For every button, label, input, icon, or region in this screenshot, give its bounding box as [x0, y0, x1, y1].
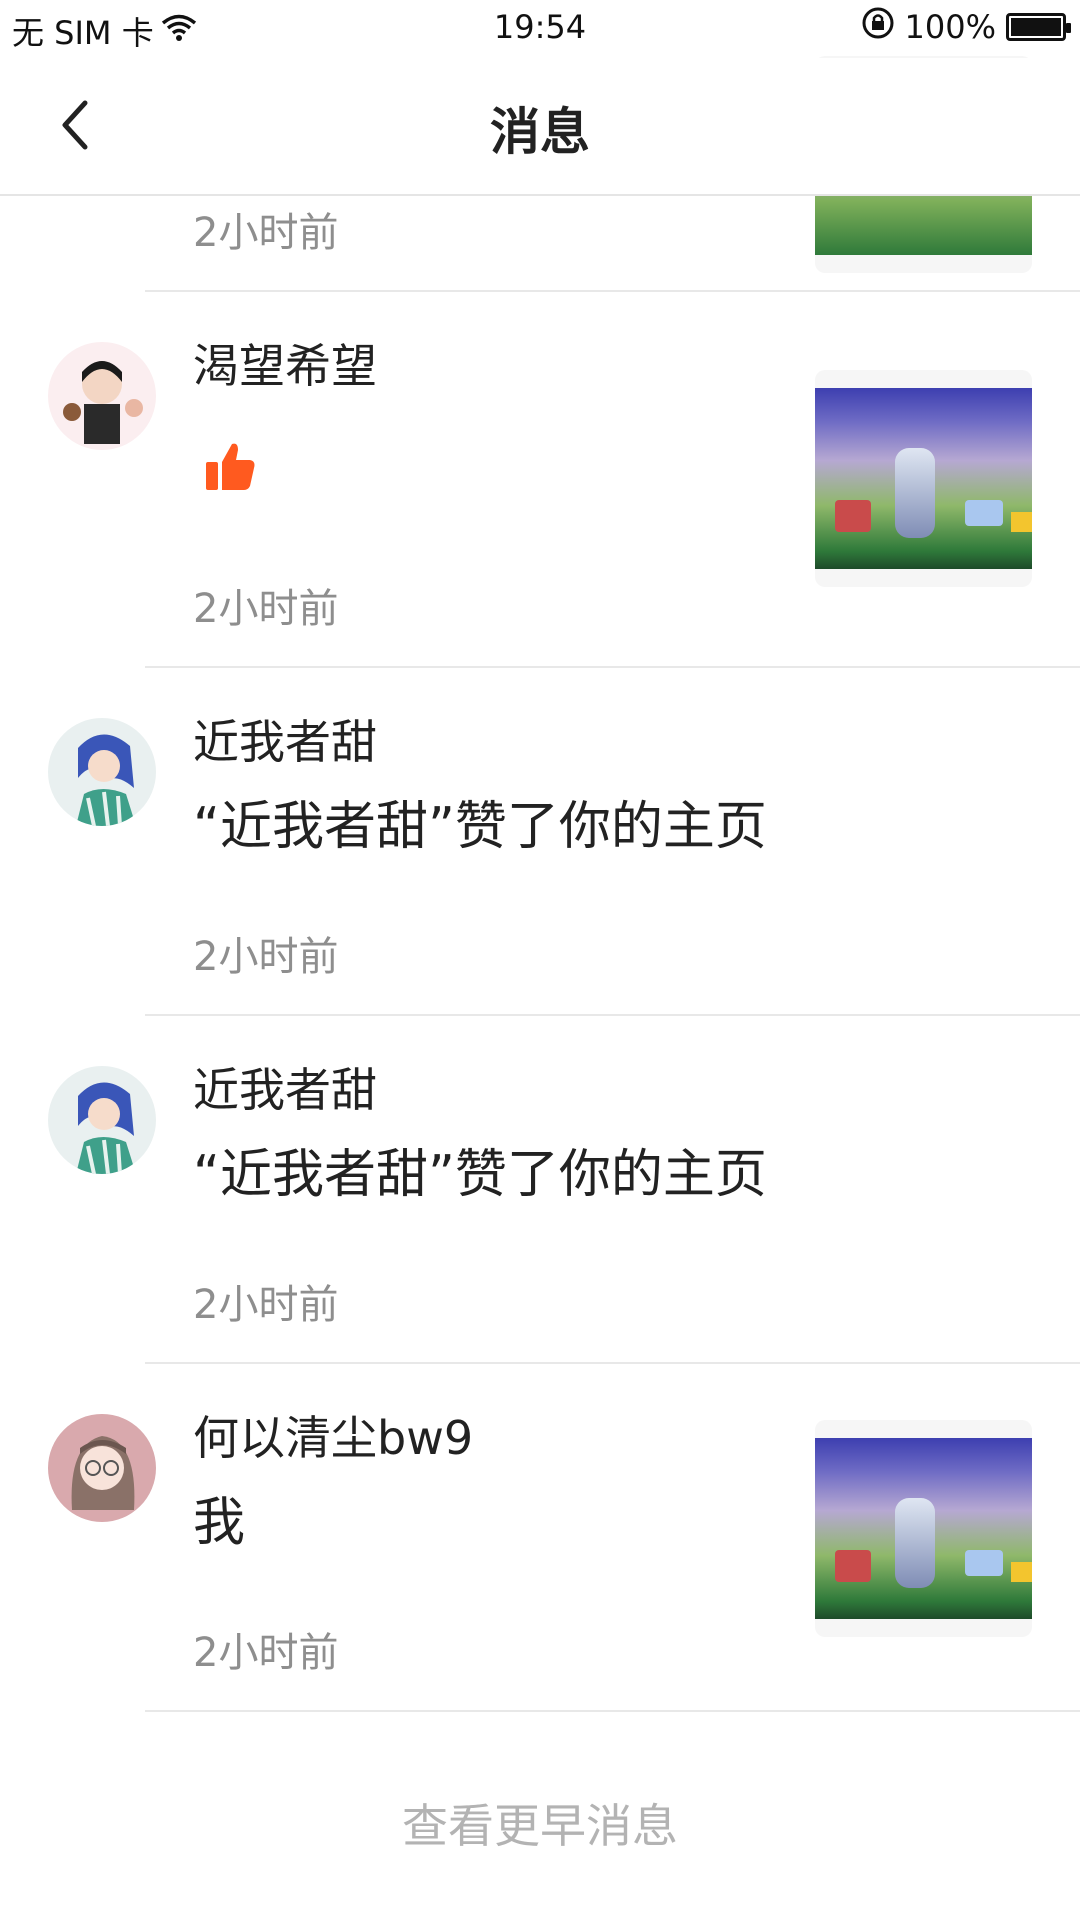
navbar: 消息 [0, 58, 1080, 196]
message-time: 2小时前 [193, 1282, 339, 1328]
avatar[interactable] [48, 342, 156, 450]
battery-percent: 100% [904, 8, 996, 46]
message-time: 2小时前 [193, 934, 339, 980]
avatar[interactable] [48, 1414, 156, 1522]
post-thumbnail[interactable] [815, 1420, 1032, 1637]
avatar[interactable] [48, 1066, 156, 1174]
status-right: 100% [861, 6, 1071, 48]
post-thumbnail[interactable] [815, 370, 1032, 587]
sender-name[interactable]: 渴望希望 [193, 330, 377, 396]
sender-name[interactable]: 何以清尘bw9 [193, 1402, 473, 1468]
row-divider [145, 1710, 1080, 1712]
status-bar: 无 SIM 卡 19:54 100% [0, 0, 1080, 58]
message-content: 我 [193, 1493, 246, 1553]
avatar[interactable] [48, 718, 156, 826]
sender-name[interactable]: 近我者甜 [193, 1054, 377, 1120]
message-time: 2小时前 [193, 210, 339, 256]
list-item[interactable]: 渴望希望 2小时前 [0, 292, 1080, 668]
message-time: 2小时前 [193, 586, 339, 632]
message-time: 2小时前 [193, 1630, 339, 1676]
view-earlier-messages-link[interactable]: 查看更早消息 [0, 1790, 1080, 1856]
thumbs-up-icon [204, 440, 258, 494]
message-content: “近我者甜”赞了你的主页 [193, 797, 767, 857]
list-item[interactable]: 近我者甜 “近我者甜”赞了你的主页 2小时前 [0, 668, 1080, 1016]
rotation-lock-icon [861, 6, 895, 48]
message-content: “近我者甜”赞了你的主页 [193, 1145, 767, 1205]
page-title: 消息 [490, 103, 590, 161]
list-item[interactable]: 何以清尘bw9 我 2小时前 [0, 1364, 1080, 1712]
list-item[interactable]: 近我者甜 “近我者甜”赞了你的主页 2小时前 [0, 1016, 1080, 1364]
sender-name[interactable]: 近我者甜 [193, 706, 377, 772]
battery-icon [1006, 13, 1071, 41]
